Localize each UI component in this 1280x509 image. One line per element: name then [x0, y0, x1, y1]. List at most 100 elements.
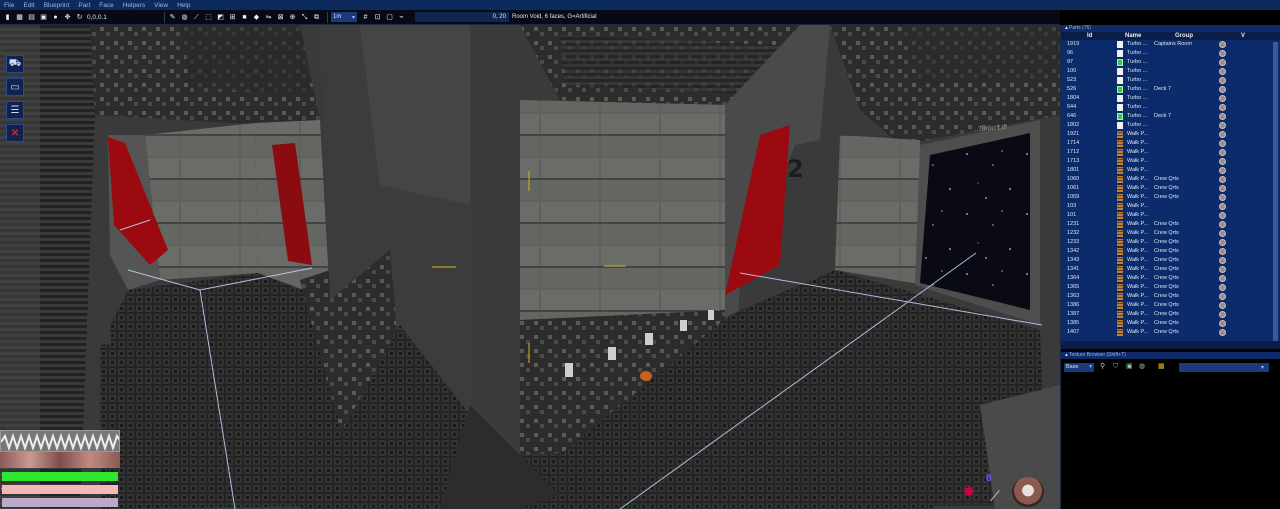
grid-icon[interactable]: ▦ [1158, 363, 1166, 371]
visibility-toggle-icon[interactable] [1219, 203, 1226, 210]
part-row[interactable]: 1341 Walk P... Crew Qrts [1061, 265, 1280, 274]
visibility-toggle-icon[interactable] [1219, 95, 1226, 102]
vertex-icon[interactable]: ⟋ [192, 13, 201, 22]
part-row[interactable]: 1232 Walk P... Crew Qrts [1061, 229, 1280, 238]
part-row[interactable]: 1712 Walk P... [1061, 148, 1280, 157]
visibility-toggle-icon[interactable] [1219, 86, 1226, 93]
part-row[interactable]: 1802 Turbo ... [1061, 121, 1280, 130]
visibility-toggle-icon[interactable] [1219, 212, 1226, 219]
save-icon[interactable]: ▮ [3, 13, 12, 22]
visibility-toggle-icon[interactable] [1219, 176, 1226, 183]
sliders-icon[interactable]: ☰ [6, 101, 24, 119]
column-header-visible[interactable]: V [1241, 32, 1245, 40]
visibility-toggle-icon[interactable] [1219, 311, 1226, 318]
visibility-toggle-icon[interactable] [1219, 41, 1226, 48]
visibility-toggle-icon[interactable] [1219, 302, 1226, 309]
sphere-icon[interactable]: ● [51, 13, 60, 22]
part-row[interactable]: 1387 Walk P... Crew Qrts [1061, 310, 1280, 319]
part-row[interactable]: 100 Turbo ... [1061, 67, 1280, 76]
part-row[interactable]: 1060 Walk P... Crew Qrts [1061, 175, 1280, 184]
part-row[interactable]: 1804 Turbo ... [1061, 94, 1280, 103]
shirt-icon[interactable]: ⛉ [1113, 363, 1121, 371]
visibility-toggle-icon[interactable] [1219, 329, 1226, 336]
part-row[interactable]: 1233 Walk P... Crew Qrts [1061, 238, 1280, 247]
part-row[interactable]: 1385 Walk P... Crew Qrts [1061, 319, 1280, 328]
link-icon[interactable]: ⌁ [397, 13, 406, 22]
menu-part[interactable]: Part [78, 2, 90, 9]
part-row[interactable]: 1231 Walk P... Crew Qrts [1061, 220, 1280, 229]
part-row[interactable]: 1365 Walk P... Crew Qrts [1061, 283, 1280, 292]
visibility-toggle-icon[interactable] [1219, 122, 1226, 129]
menu-view[interactable]: View [154, 2, 168, 9]
visibility-toggle-icon[interactable] [1219, 239, 1226, 246]
visibility-toggle-icon[interactable] [1219, 284, 1226, 291]
part-row[interactable]: 526 Turbo ... Deck 7 [1061, 85, 1280, 94]
3d-viewport[interactable]: Turbo Lift 2 8 ✸ ⟋ ⛟ ▭ ☰ ✕ ♥ ♥ [0, 25, 1060, 509]
part-row[interactable]: 1364 Walk P... Crew Qrts [1061, 274, 1280, 283]
visibility-toggle-icon[interactable] [1219, 185, 1226, 192]
visibility-toggle-icon[interactable] [1219, 266, 1226, 273]
pencil-icon[interactable]: ✎ [168, 13, 177, 22]
paint-icon[interactable]: ◆ [252, 13, 261, 22]
color-icon[interactable]: ■ [240, 13, 249, 22]
menu-face[interactable]: Face [99, 2, 113, 9]
grid-unit-select[interactable]: 1m ▾ [331, 12, 357, 22]
part-row[interactable]: 101 Walk P... [1061, 211, 1280, 220]
cube-icon[interactable]: ▣ [1126, 363, 1134, 371]
part-row[interactable]: 1713 Walk P... [1061, 157, 1280, 166]
visibility-toggle-icon[interactable] [1219, 149, 1226, 156]
part-row[interactable]: 1921 Walk P... [1061, 130, 1280, 139]
part-row[interactable]: 1386 Walk P... Crew Qrts [1061, 301, 1280, 310]
texture-search-input[interactable] [1179, 362, 1269, 372]
visibility-toggle-icon[interactable] [1219, 293, 1226, 300]
grid-icon[interactable]: ▦ [15, 13, 24, 22]
visibility-toggle-icon[interactable] [1219, 140, 1226, 147]
part-row[interactable]: 646 Turbo ... Deck 7 [1061, 112, 1280, 121]
visibility-toggle-icon[interactable] [1219, 194, 1226, 201]
grid-toggle-icon[interactable]: # [361, 13, 370, 22]
menu-help[interactable]: Help [177, 2, 190, 9]
part-row[interactable]: 1342 Walk P... Crew Qrts [1061, 247, 1280, 256]
visibility-toggle-icon[interactable] [1219, 248, 1226, 255]
split-icon[interactable]: ⊠ [276, 13, 285, 22]
chevron-down-icon[interactable]: ▾ [1261, 364, 1264, 371]
visibility-toggle-icon[interactable] [1219, 275, 1226, 282]
part-row[interactable]: 1061 Walk P... Crew Qrts [1061, 184, 1280, 193]
edge-icon[interactable]: ⬚ [204, 13, 213, 22]
part-row[interactable]: 1714 Walk P... [1061, 139, 1280, 148]
scale-icon[interactable]: ⤡ [300, 13, 309, 22]
visibility-toggle-icon[interactable] [1219, 257, 1226, 264]
move-icon[interactable]: ✥ [63, 13, 72, 22]
mirror-icon[interactable]: ⧉ [312, 13, 321, 22]
visibility-toggle-icon[interactable] [1219, 230, 1226, 237]
snap-icon[interactable]: ⊡ [373, 13, 382, 22]
part-row[interactable]: 1801 Walk P... [1061, 166, 1280, 175]
part-row[interactable]: 97 Turbo ... [1061, 58, 1280, 67]
face-icon[interactable]: ◩ [216, 13, 225, 22]
rotate-icon[interactable]: ↻ [75, 13, 84, 22]
part-row[interactable]: 103 Walk P... [1061, 202, 1280, 211]
select-icon[interactable]: ⊞ [228, 13, 237, 22]
part-row[interactable]: 1363 Walk P... Crew Qrts [1061, 292, 1280, 301]
visibility-toggle-icon[interactable] [1219, 104, 1226, 111]
menu-edit[interactable]: Edit [23, 2, 34, 9]
column-header-group[interactable]: Group [1175, 32, 1193, 40]
part-row[interactable]: 644 Turbo ... [1061, 103, 1280, 112]
visibility-toggle-icon[interactable] [1219, 167, 1226, 174]
parts-scrollbar[interactable] [1273, 40, 1278, 341]
texture-browser-header[interactable]: ▲ Texture Browser (Shift+T) [1061, 352, 1280, 359]
part-row[interactable]: 1343 Walk P... Crew Qrts [1061, 256, 1280, 265]
part-row[interactable]: 1407 Walk P... Crew Qrts [1061, 328, 1280, 337]
visibility-toggle-icon[interactable] [1219, 77, 1226, 84]
wand-icon[interactable]: ⚲ [1100, 363, 1108, 371]
visibility-toggle-icon[interactable] [1219, 113, 1226, 120]
visibility-toggle-icon[interactable] [1219, 320, 1226, 327]
column-header-name[interactable]: Name [1125, 32, 1141, 40]
visibility-toggle-icon[interactable] [1219, 158, 1226, 165]
texture-icon[interactable]: ▤ [27, 13, 36, 22]
globe-icon[interactable]: ◍ [180, 13, 189, 22]
flip-icon[interactable]: ⇋ [264, 13, 273, 22]
globe-icon[interactable]: ◍ [1139, 363, 1147, 371]
panel-icon[interactable]: ▭ [6, 78, 24, 96]
visibility-toggle-icon[interactable] [1219, 50, 1226, 57]
